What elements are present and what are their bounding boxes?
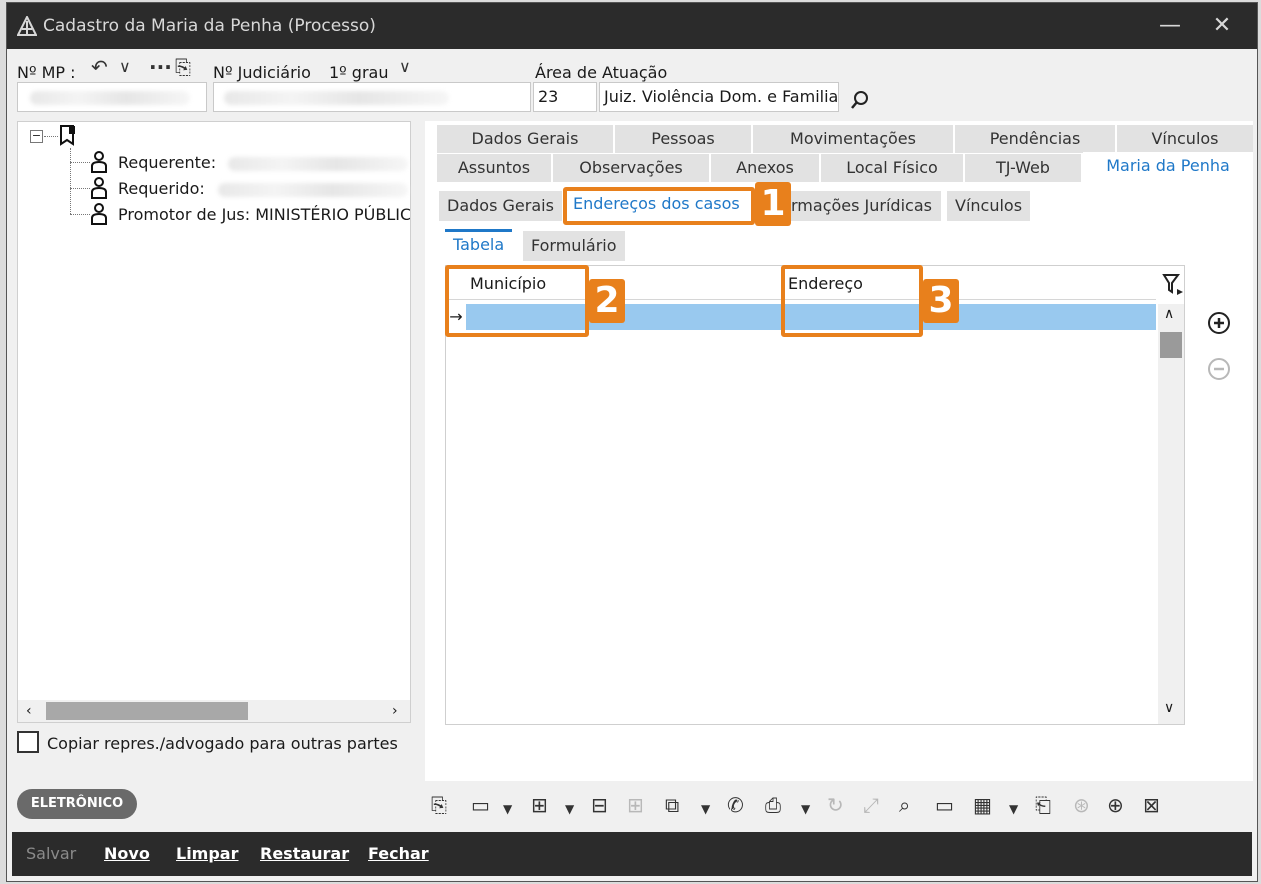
clear-button[interactable]: Limpar [176, 844, 239, 863]
new-button[interactable]: Novo [104, 844, 150, 863]
mp-field[interactable] [17, 82, 207, 112]
annotation-2: 2 [589, 279, 625, 323]
tab-anexos[interactable]: Anexos [711, 154, 819, 182]
bottom-action-bar: Salvar Novo Limpar Restaurar Fechar [12, 832, 1252, 876]
parties-tree: − Requerente: Requerido: Promotor de Jus… [17, 121, 411, 723]
linked-icon[interactable]: ⊟ [591, 793, 608, 817]
tree-item-requerido[interactable]: Requerido: [118, 179, 205, 198]
highlight-box-3 [781, 265, 923, 337]
tab-observacoes[interactable]: Observações [553, 154, 709, 182]
calendar-icon[interactable]: ▦ [973, 793, 992, 817]
scroll-down-icon[interactable]: ∨ [1164, 700, 1174, 716]
tab-movimentacoes[interactable]: Movimentações [753, 125, 953, 153]
tab-dados-gerais[interactable]: Dados Gerais [437, 125, 613, 153]
add-icon[interactable] [1207, 311, 1231, 335]
subtab-dados-gerais[interactable]: Dados Gerais [439, 191, 562, 221]
print-dropdown-icon[interactable]: ▼ [801, 797, 810, 821]
folder-dropdown-icon[interactable]: ▼ [503, 797, 512, 821]
grau-label: 1º grau [329, 63, 389, 82]
save-button[interactable]: Salvar [26, 844, 76, 863]
folder-share-icon[interactable]: ⊠ [1143, 793, 1160, 817]
scroll-right-icon[interactable]: › [392, 700, 398, 722]
undo-icon[interactable]: ↶ [91, 55, 108, 79]
tab-maria-da-penha[interactable]: Maria da Penha [1083, 152, 1253, 180]
folder-search-icon[interactable]: ▭ [935, 793, 954, 817]
judiciario-label: Nº Judiciário [213, 63, 311, 82]
mp-label: Nº MP : [17, 63, 76, 82]
area-name-field[interactable]: Juiz. Violência Dom. e Familia [599, 82, 839, 112]
expand-icon: ⤢ [863, 793, 879, 817]
folder-icon[interactable]: ▭ [471, 793, 490, 817]
area-name-value: Juiz. Violência Dom. e Familia [604, 87, 839, 106]
close-button[interactable]: ✕ [1199, 3, 1245, 49]
area-code-value: 23 [538, 87, 559, 106]
area-code-field[interactable]: 23 [533, 82, 597, 112]
tab-local-fisico[interactable]: Local Físico [821, 154, 963, 182]
subtab-vinculos[interactable]: Vínculos [947, 191, 1031, 221]
tree-item-requerente[interactable]: Requerente: [118, 153, 216, 172]
tree-item-promotor[interactable]: Promotor de Jus: MINISTÉRIO PÚBLIC [118, 205, 410, 224]
filter-icon[interactable] [1162, 272, 1184, 296]
calendar-dropdown-icon[interactable]: ▼ [1009, 797, 1018, 821]
copy-representative-checkbox[interactable] [17, 731, 39, 753]
hierarchy-dropdown-icon[interactable]: ▼ [565, 797, 574, 821]
tree-hscrollbar[interactable]: ‹ › [18, 700, 410, 722]
scroll-up-icon[interactable]: ∧ [1164, 306, 1174, 322]
refresh-icon: ↻ [827, 793, 844, 817]
new-document-icon[interactable]: ⎘ [431, 793, 447, 817]
tab-assuntos[interactable]: Assuntos [437, 154, 551, 182]
copy-representative-label: Copiar repres./advogado para outras part… [47, 734, 398, 753]
judiciario-field[interactable] [213, 82, 531, 112]
eletronico-badge: ELETRÔNICO [17, 789, 137, 819]
highlight-box-2 [445, 265, 589, 337]
tab-pessoas[interactable]: Pessoas [615, 125, 751, 153]
scroll-left-icon[interactable]: ‹ [26, 700, 32, 722]
search-icon[interactable] [849, 89, 871, 111]
more-icon[interactable]: ··· [149, 55, 172, 79]
subtab-informacoes-juridicas[interactable]: rmações Jurídicas [791, 191, 941, 221]
unlink-icon: ⊞ [627, 793, 644, 817]
document-icon [60, 125, 75, 146]
grid-vscrollbar[interactable]: ∧ ∨ [1158, 304, 1184, 724]
view-tab-tabela[interactable]: Tabela [445, 229, 513, 261]
collapse-icon[interactable]: − [30, 130, 43, 143]
hscroll-thumb[interactable] [46, 702, 248, 720]
print-icon[interactable]: ⎙ [765, 793, 781, 817]
minimize-button[interactable]: — [1147, 3, 1193, 49]
area-label: Área de Atuação [535, 63, 668, 82]
copy-document-icon[interactable]: ⧉ [665, 793, 679, 817]
chevron-down-icon[interactable]: ∨ [119, 55, 131, 79]
person-icon [91, 177, 107, 199]
person-icon [91, 203, 107, 225]
view-tab-formulario[interactable]: Formulário [523, 231, 625, 261]
person-icon [91, 151, 107, 173]
hierarchy-icon[interactable]: ⊞ [531, 793, 548, 817]
close-form-button[interactable]: Fechar [368, 844, 429, 863]
annotation-3: 3 [923, 279, 959, 323]
certificate-search-icon[interactable]: ⌕ [899, 793, 910, 817]
tab-tj-web[interactable]: TJ-Web [965, 154, 1081, 182]
phone-icon[interactable]: ✆ [727, 793, 744, 817]
annotation-1: 1 [755, 182, 791, 226]
document-user-icon[interactable]: ⎗ [1035, 793, 1051, 817]
restore-button[interactable]: Restaurar [260, 844, 349, 863]
tab-pendencias[interactable]: Pendências [955, 125, 1115, 153]
grau-dropdown-icon[interactable]: ∨ [399, 55, 411, 79]
copy-dropdown-icon[interactable]: ▼ [701, 797, 710, 821]
tab-vinculos[interactable]: Vínculos [1117, 125, 1253, 153]
main-window: Cadastro da Maria da Penha (Processo) — … [6, 2, 1258, 882]
remove-icon[interactable] [1207, 357, 1231, 381]
title-bar: Cadastro da Maria da Penha (Processo) — … [7, 3, 1257, 49]
vscroll-thumb[interactable] [1160, 332, 1182, 358]
app-logo-icon [17, 16, 37, 36]
seal-icon: ⊛ [1073, 793, 1090, 817]
window-title: Cadastro da Maria da Penha (Processo) [43, 16, 376, 36]
paste-icon[interactable]: ⎘ [175, 55, 191, 79]
highlight-box-1 [563, 187, 755, 225]
document-add-icon[interactable]: ⊕ [1107, 793, 1124, 817]
